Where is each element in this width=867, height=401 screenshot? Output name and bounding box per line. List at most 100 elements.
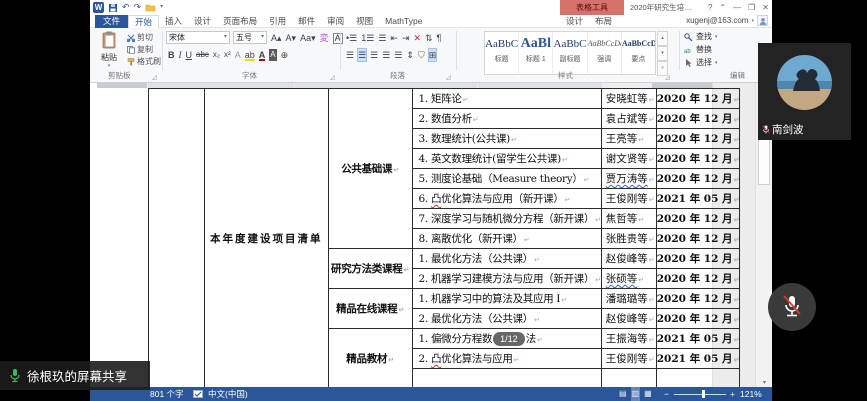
qat-customize-icon[interactable]: ▾ [160, 1, 163, 14]
spell-check-icon[interactable] [193, 390, 203, 399]
date-cell[interactable]: 2020 年 12 月↵ [656, 269, 740, 289]
tab-review[interactable]: 审阅 [321, 15, 350, 29]
borders-icon[interactable]: ⊞ [429, 49, 437, 61]
undo-icon[interactable]: ↶ [122, 1, 130, 14]
align-center-icon[interactable]: ☰ [358, 49, 366, 61]
course-cell[interactable]: 2. 凸优化算法与应用↵ [412, 349, 601, 369]
zoom-slider-thumb[interactable] [702, 390, 705, 398]
person-cell[interactable]: 焦哲等↵ [601, 209, 656, 229]
paste-dropdown-icon[interactable]: ▾ [94, 63, 124, 69]
scrollbar-down-icon[interactable]: ▾ [756, 379, 772, 386]
paragraph-dialog-launcher-icon[interactable]: ◿ [446, 74, 451, 81]
restore-icon[interactable]: ❐ [748, 1, 755, 14]
tab-table-layout[interactable]: 布局 [589, 15, 618, 28]
date-cell[interactable]: 2020 年 12 月↵ [656, 129, 740, 149]
superscript-icon[interactable]: x² [224, 49, 231, 61]
participant-video-tile[interactable]: 南剑波 [758, 43, 851, 140]
course-cell[interactable]: 3. 数理统计(公共课)↵ [412, 129, 601, 149]
person-cell[interactable]: 张胜贵等↵ [601, 229, 656, 249]
styles-dialog-launcher-icon[interactable]: ◿ [665, 74, 670, 81]
account-dropdown-icon[interactable]: ▾ [751, 18, 754, 24]
person-cell[interactable]: 王振海等↵ [601, 329, 656, 349]
distribute-icon[interactable]: ☰ [394, 49, 402, 61]
read-mode-icon[interactable]: ▤ [618, 387, 628, 401]
font-dialog-launcher-icon[interactable]: ◿ [330, 74, 335, 81]
course-cell[interactable]: 2. 最优化方法（公共课）↵ [412, 309, 601, 329]
tab-page-layout[interactable]: 页面布局 [217, 15, 263, 29]
sort-icon[interactable]: ⇅ [425, 32, 433, 44]
web-layout-icon[interactable]: ▦ [643, 387, 653, 401]
tab-insert[interactable]: 插入 [159, 15, 188, 29]
category-cell[interactable]: 精品在线课程↵ [328, 289, 412, 329]
increase-indent-icon[interactable]: ⇥ [402, 32, 410, 44]
highlight-color-icon[interactable]: ab [245, 49, 255, 61]
spacer-cell[interactable] [149, 89, 205, 388]
align-right-icon[interactable]: ☰ [370, 49, 378, 61]
format-painter-button[interactable]: 格式刷 [127, 56, 161, 67]
date-cell[interactable]: 2020 年 12 月↵ [656, 229, 740, 249]
person-cell[interactable]: 张硕等↵ [601, 269, 656, 289]
course-cell[interactable]: 8. 离散优化（新开课）↵ [412, 229, 601, 249]
style-item-title[interactable]: AaBbC 标题 [485, 32, 519, 74]
date-cell[interactable]: 2020 年 12 月↵ [656, 149, 740, 169]
course-cell[interactable] [412, 369, 601, 388]
course-cell[interactable]: 7. 深度学习与随机微分方程（新开课）↵ [412, 209, 601, 229]
ribbon-options-icon[interactable]: ⌃ [719, 1, 726, 14]
date-cell[interactable]: 2021 年 05 月↵ [656, 189, 740, 209]
phonetic-guide-icon[interactable]: 変 [320, 32, 329, 44]
clipboard-dialog-launcher-icon[interactable]: ◿ [152, 74, 157, 81]
language-indicator[interactable]: 中文(中国) [208, 387, 248, 401]
shrink-font-icon[interactable]: A▾ [286, 32, 297, 44]
person-cell[interactable]: 袁占斌等↵ [601, 109, 656, 129]
date-cell[interactable]: 2020 年 12 月↵ [656, 169, 740, 189]
person-cell[interactable]: 赵俊峰等↵ [601, 309, 656, 329]
category-cell[interactable]: 公共基础课↵ [328, 89, 412, 249]
enclose-characters-icon[interactable]: ⊕ [281, 49, 289, 61]
redo-icon[interactable]: ↷ [134, 1, 142, 14]
zoom-in-icon[interactable]: + [730, 387, 735, 401]
close-icon[interactable]: ✕ [762, 1, 769, 14]
select-button[interactable]: 选择 ▾ [684, 56, 718, 69]
strikethrough-icon[interactable]: abc [196, 49, 209, 61]
font-size-combo[interactable]: 五号▾ [233, 31, 267, 44]
font-color-icon[interactable]: A [259, 49, 266, 61]
person-cell[interactable]: 王亮等↵ [601, 129, 656, 149]
decrease-indent-icon[interactable]: ⇤ [390, 32, 398, 44]
person-cell[interactable]: 潘璐璐等↵ [601, 289, 656, 309]
person-cell[interactable]: 贾万涛等↵ [601, 169, 656, 189]
course-cell[interactable]: 5. 测度论基础（Measure theory）↵ [412, 169, 601, 189]
zoom-out-icon[interactable]: − [664, 387, 669, 401]
tab-mathtype[interactable]: MathType [379, 15, 428, 29]
gallery-scroll-down-icon[interactable]: ▾ [657, 46, 668, 61]
change-case-icon[interactable]: Aa▾ [300, 32, 316, 44]
person-cell[interactable]: 安晓虹等↵ [601, 89, 656, 109]
date-cell[interactable]: 2021 年 05 月↵ [656, 329, 740, 349]
date-cell[interactable] [656, 369, 740, 388]
date-cell[interactable]: 2021 年 05 月↵ [656, 349, 740, 369]
bullets-icon[interactable]: •☰ [346, 32, 357, 44]
replace-button[interactable]: ab 替换 [684, 43, 718, 56]
italic-icon[interactable]: I [179, 49, 182, 61]
course-cell[interactable]: 6. 凸优化算法与应用（新开课）↵ [412, 189, 601, 209]
tab-design[interactable]: 设计 [188, 15, 217, 29]
course-cell[interactable]: 2. 数值分析↵ [412, 109, 601, 129]
row-group-label-cell[interactable]: 本年度建设项目清单 [205, 89, 329, 388]
course-cell[interactable]: 1. 偏微分方程数1/12法↵ [412, 329, 601, 349]
tab-view[interactable]: 视图 [350, 15, 379, 29]
underline-icon[interactable]: U [186, 49, 193, 61]
course-cell[interactable]: 1. 机器学习中的算法及其应用I↵ [412, 289, 601, 309]
numbering-icon[interactable]: 1☰ [361, 32, 374, 44]
person-cell[interactable] [601, 369, 656, 388]
print-layout-icon[interactable]: ▥ [631, 387, 641, 401]
shading-icon[interactable]: ⛉ [418, 49, 425, 61]
character-border-icon[interactable]: A [333, 33, 343, 44]
align-left-icon[interactable]: ☰ [346, 49, 354, 61]
character-shading-icon[interactable]: A [269, 49, 276, 61]
style-item-keypoints[interactable]: AaBbCcD 要点 [622, 32, 655, 74]
document-area[interactable]: 本年度建设项目清单公共基础课↵1. 矩阵论↵安晓虹等↵2020 年 12 月↵2… [90, 83, 772, 387]
style-item-heading1[interactable]: AaBl 标题 1 [519, 32, 553, 74]
help-icon[interactable]: ? [708, 1, 712, 14]
asian-layout-icon[interactable]: ✕ [414, 32, 422, 44]
tab-file[interactable]: 文件 [95, 15, 128, 29]
line-spacing-icon[interactable]: ⇕ [406, 49, 414, 61]
